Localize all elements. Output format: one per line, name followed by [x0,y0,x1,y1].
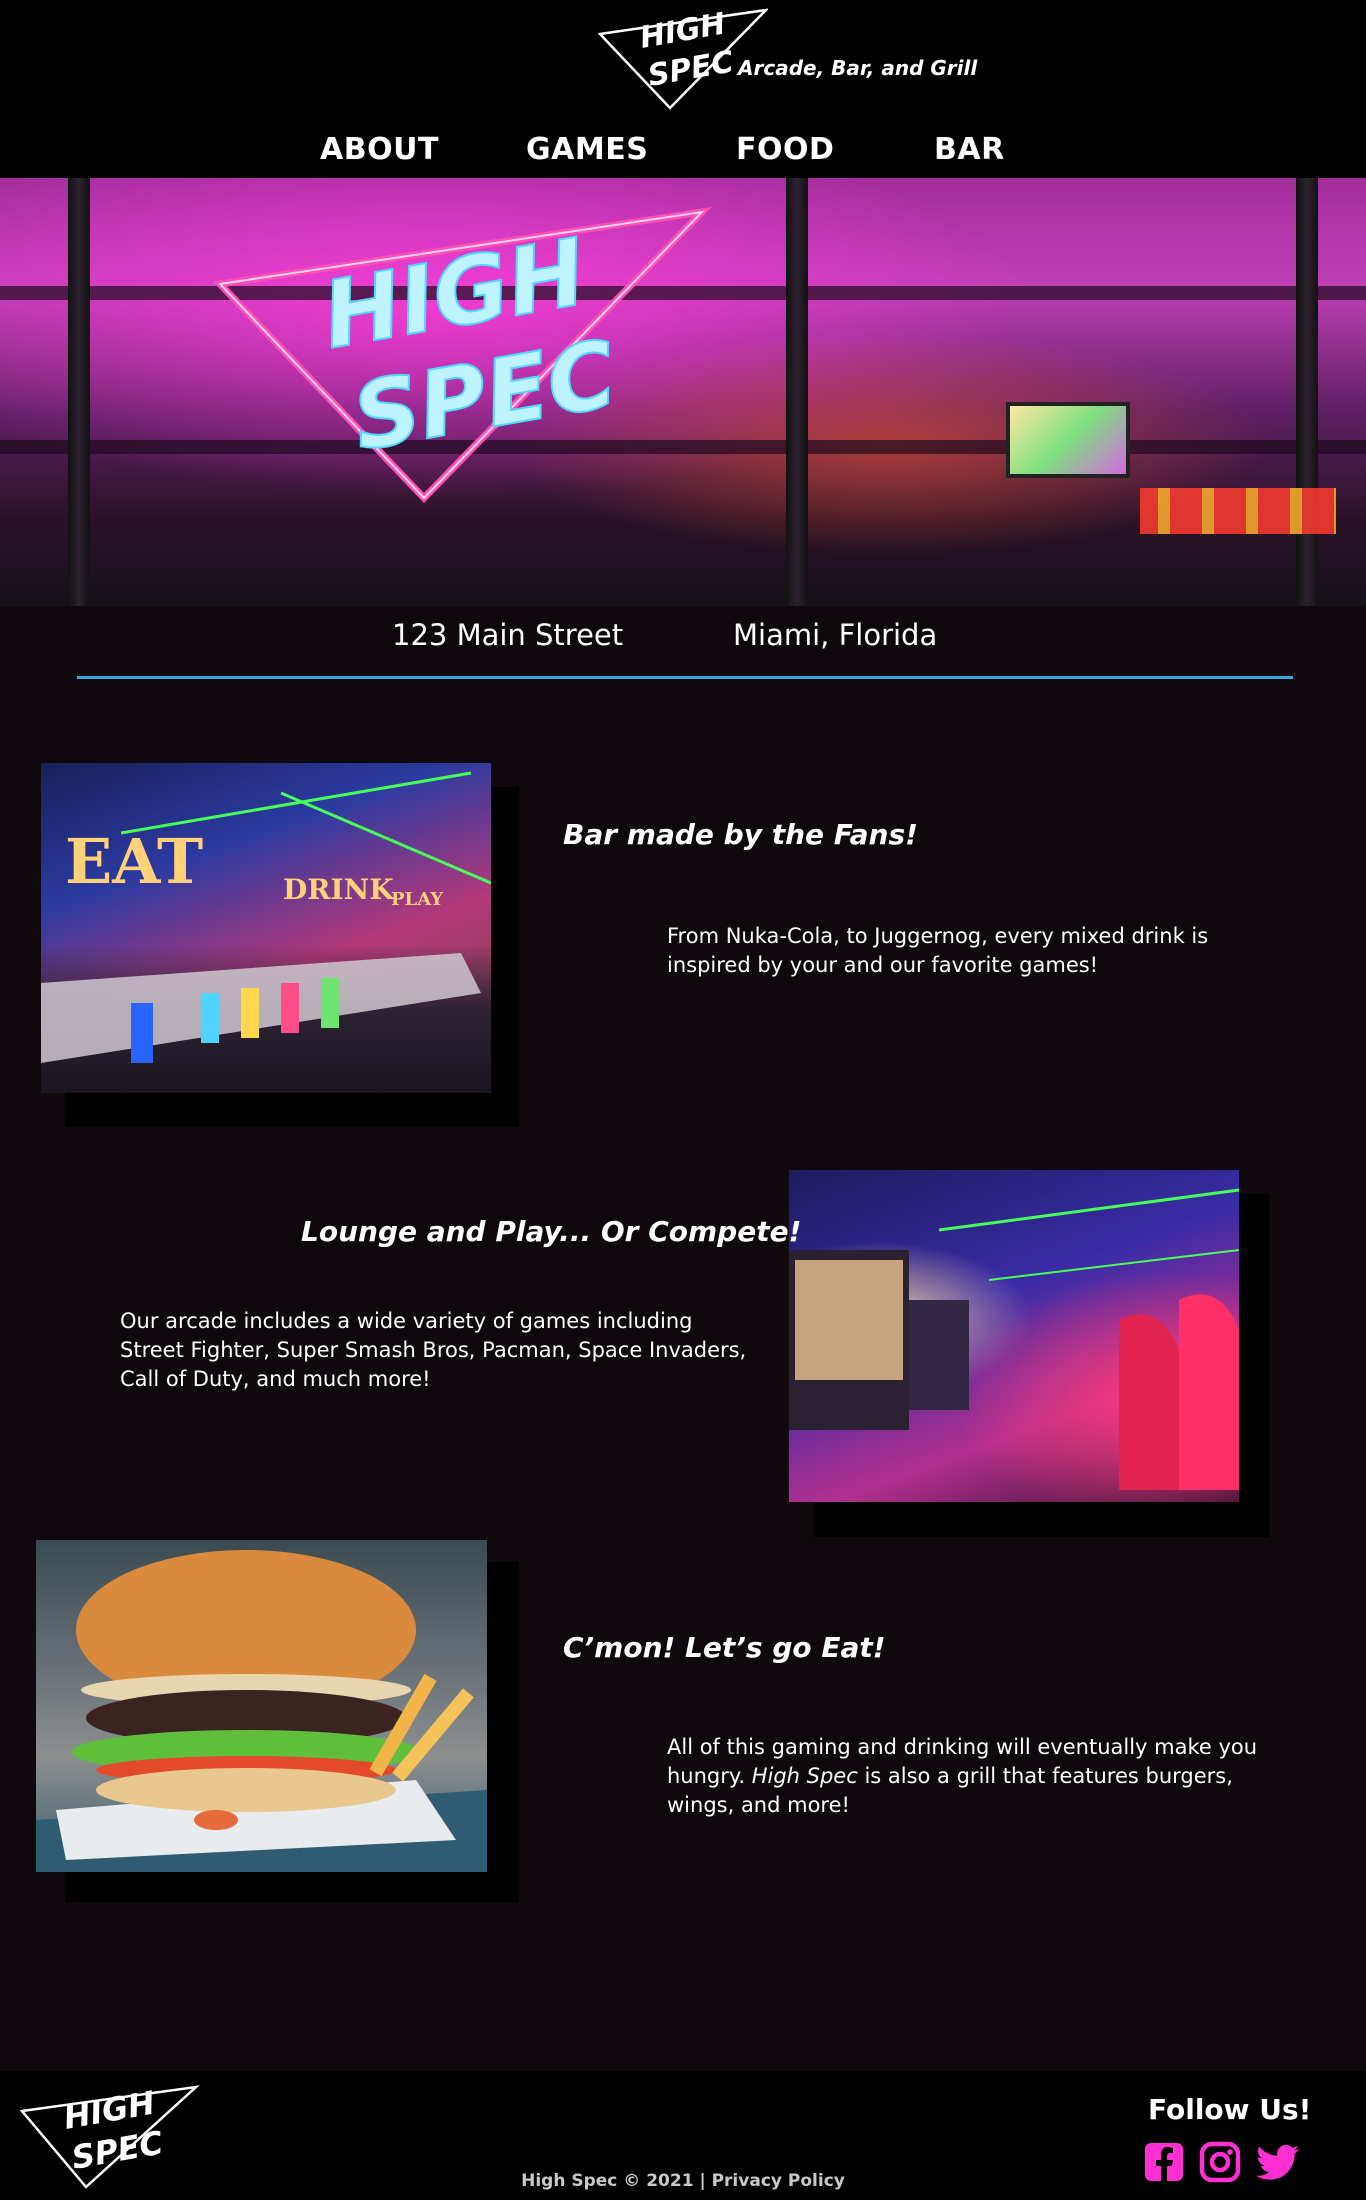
section-arcade-body: Our arcade includes a wide variety of ga… [120,1309,747,1391]
bar-photo: EAT DRINK PLAY [41,763,491,1093]
nav-games[interactable]: GAMES [526,132,648,167]
address-city: Miami, Florida [733,618,938,652]
follow-us-label: Follow Us! [1148,2093,1312,2126]
address-divider [77,676,1293,679]
section-arcade-title: Lounge and Play... Or Compete! [301,1215,802,1248]
copyright-separator: | [693,2171,712,2191]
copyright: High Spec © 2021 | Privacy Policy [0,2171,1366,2191]
neon-sign: HIGH SPEC [212,207,712,504]
header-tagline: Arcade, Bar, and Grill [738,56,978,80]
food-body-brand: High Spec [751,1764,858,1788]
site-footer: HIGH SPEC Follow Us! High Spec © 2021 | … [0,2071,1366,2200]
sign-play: PLAY [391,889,444,910]
section-food-body: All of this gaming and drinking will eve… [667,1733,1287,1820]
nav-about[interactable]: ABOUT [320,132,439,167]
section-bar-body: From Nuka-Cola, to Juggernog, every mixe… [667,924,1209,977]
main-nav: ABOUT GAMES FOOD BAR [0,132,1366,172]
burger-photo [36,1540,487,1872]
site-header: HIGH SPEC Arcade, Bar, and Grill ABOUT G… [0,0,1366,178]
hero-image: HIGH SPEC [0,178,1366,606]
sign-eat: EAT [65,825,203,898]
copyright-text: High Spec © 2021 [521,2171,694,2191]
nav-food[interactable]: FOOD [736,132,834,167]
nav-bar[interactable]: BAR [934,132,1005,167]
section-food-title: C’mon! Let’s go Eat! [563,1631,886,1664]
sign-drink: DRINK [283,873,395,906]
privacy-policy-link[interactable]: Privacy Policy [712,2171,845,2191]
section-bar-title: Bar made by the Fans! [563,818,918,851]
arcade-photo [789,1170,1239,1502]
address-street: 123 Main Street [392,618,624,652]
